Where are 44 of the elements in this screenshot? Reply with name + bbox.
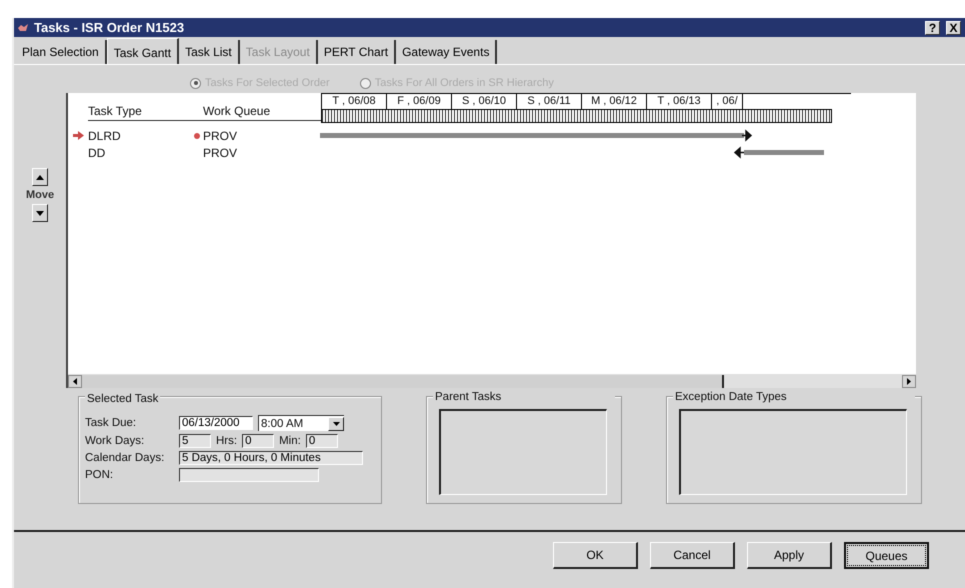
tab[interactable]: Task Gantt (106, 38, 180, 64)
dialog-button[interactable]: Cancel (650, 542, 735, 569)
table-cell: PROV (203, 128, 238, 142)
left-arrow-icon (73, 378, 77, 384)
help-button[interactable]: ? (925, 20, 940, 34)
down-arrow-icon (332, 422, 340, 426)
group-title: Exception Date Types (673, 391, 915, 403)
list-box[interactable] (679, 409, 907, 495)
field-label: Calendar Days: (85, 452, 166, 464)
field-label: Work Days: (85, 435, 146, 447)
input-field[interactable]: 5 Days, 0 Hours, 0 Minutes (179, 451, 363, 465)
input-field[interactable]: 0 (242, 434, 274, 448)
scrollbar-thumb[interactable] (82, 374, 724, 388)
group-title: Selected Task (85, 393, 160, 405)
input-field[interactable] (179, 468, 319, 482)
move-up-button[interactable] (32, 168, 48, 186)
up-arrow-icon (36, 174, 44, 180)
down-arrow-icon (36, 210, 44, 216)
dialog-button[interactable]: Apply (747, 542, 832, 569)
app-icon (18, 24, 28, 32)
column-header: Work Queue (203, 104, 272, 120)
list-box[interactable] (439, 409, 607, 495)
input-field[interactable]: 0 (306, 434, 338, 448)
table-cell-text: DLRD (88, 128, 122, 142)
field-label: Min: (279, 435, 301, 447)
field-label: PON: (85, 469, 114, 481)
move-down-button[interactable] (32, 204, 48, 222)
right-arrow-icon (907, 378, 911, 384)
dialog-button[interactable]: Queues (844, 542, 929, 569)
date-field[interactable]: 06/13/2000 (179, 416, 253, 430)
close-button[interactable]: X (946, 20, 961, 34)
input-field[interactable]: 5 (179, 434, 211, 448)
dialog-button[interactable]: OK (553, 542, 638, 569)
table-cell: PROV (203, 146, 238, 160)
field-label: Task Due: (85, 417, 138, 429)
table-cell-text: DD (88, 146, 106, 160)
column-header: Task Type (88, 104, 143, 120)
scroll-right-button[interactable] (902, 374, 916, 388)
group-title: Parent Tasks (433, 391, 615, 403)
scroll-left-button[interactable] (68, 374, 82, 388)
window-title: Tasks - ISR Order N1523 (34, 20, 186, 35)
field-label: Hrs: (216, 435, 238, 447)
move-label: Move (26, 189, 54, 201)
time-dropdown[interactable]: 8:00 AM (258, 415, 344, 431)
